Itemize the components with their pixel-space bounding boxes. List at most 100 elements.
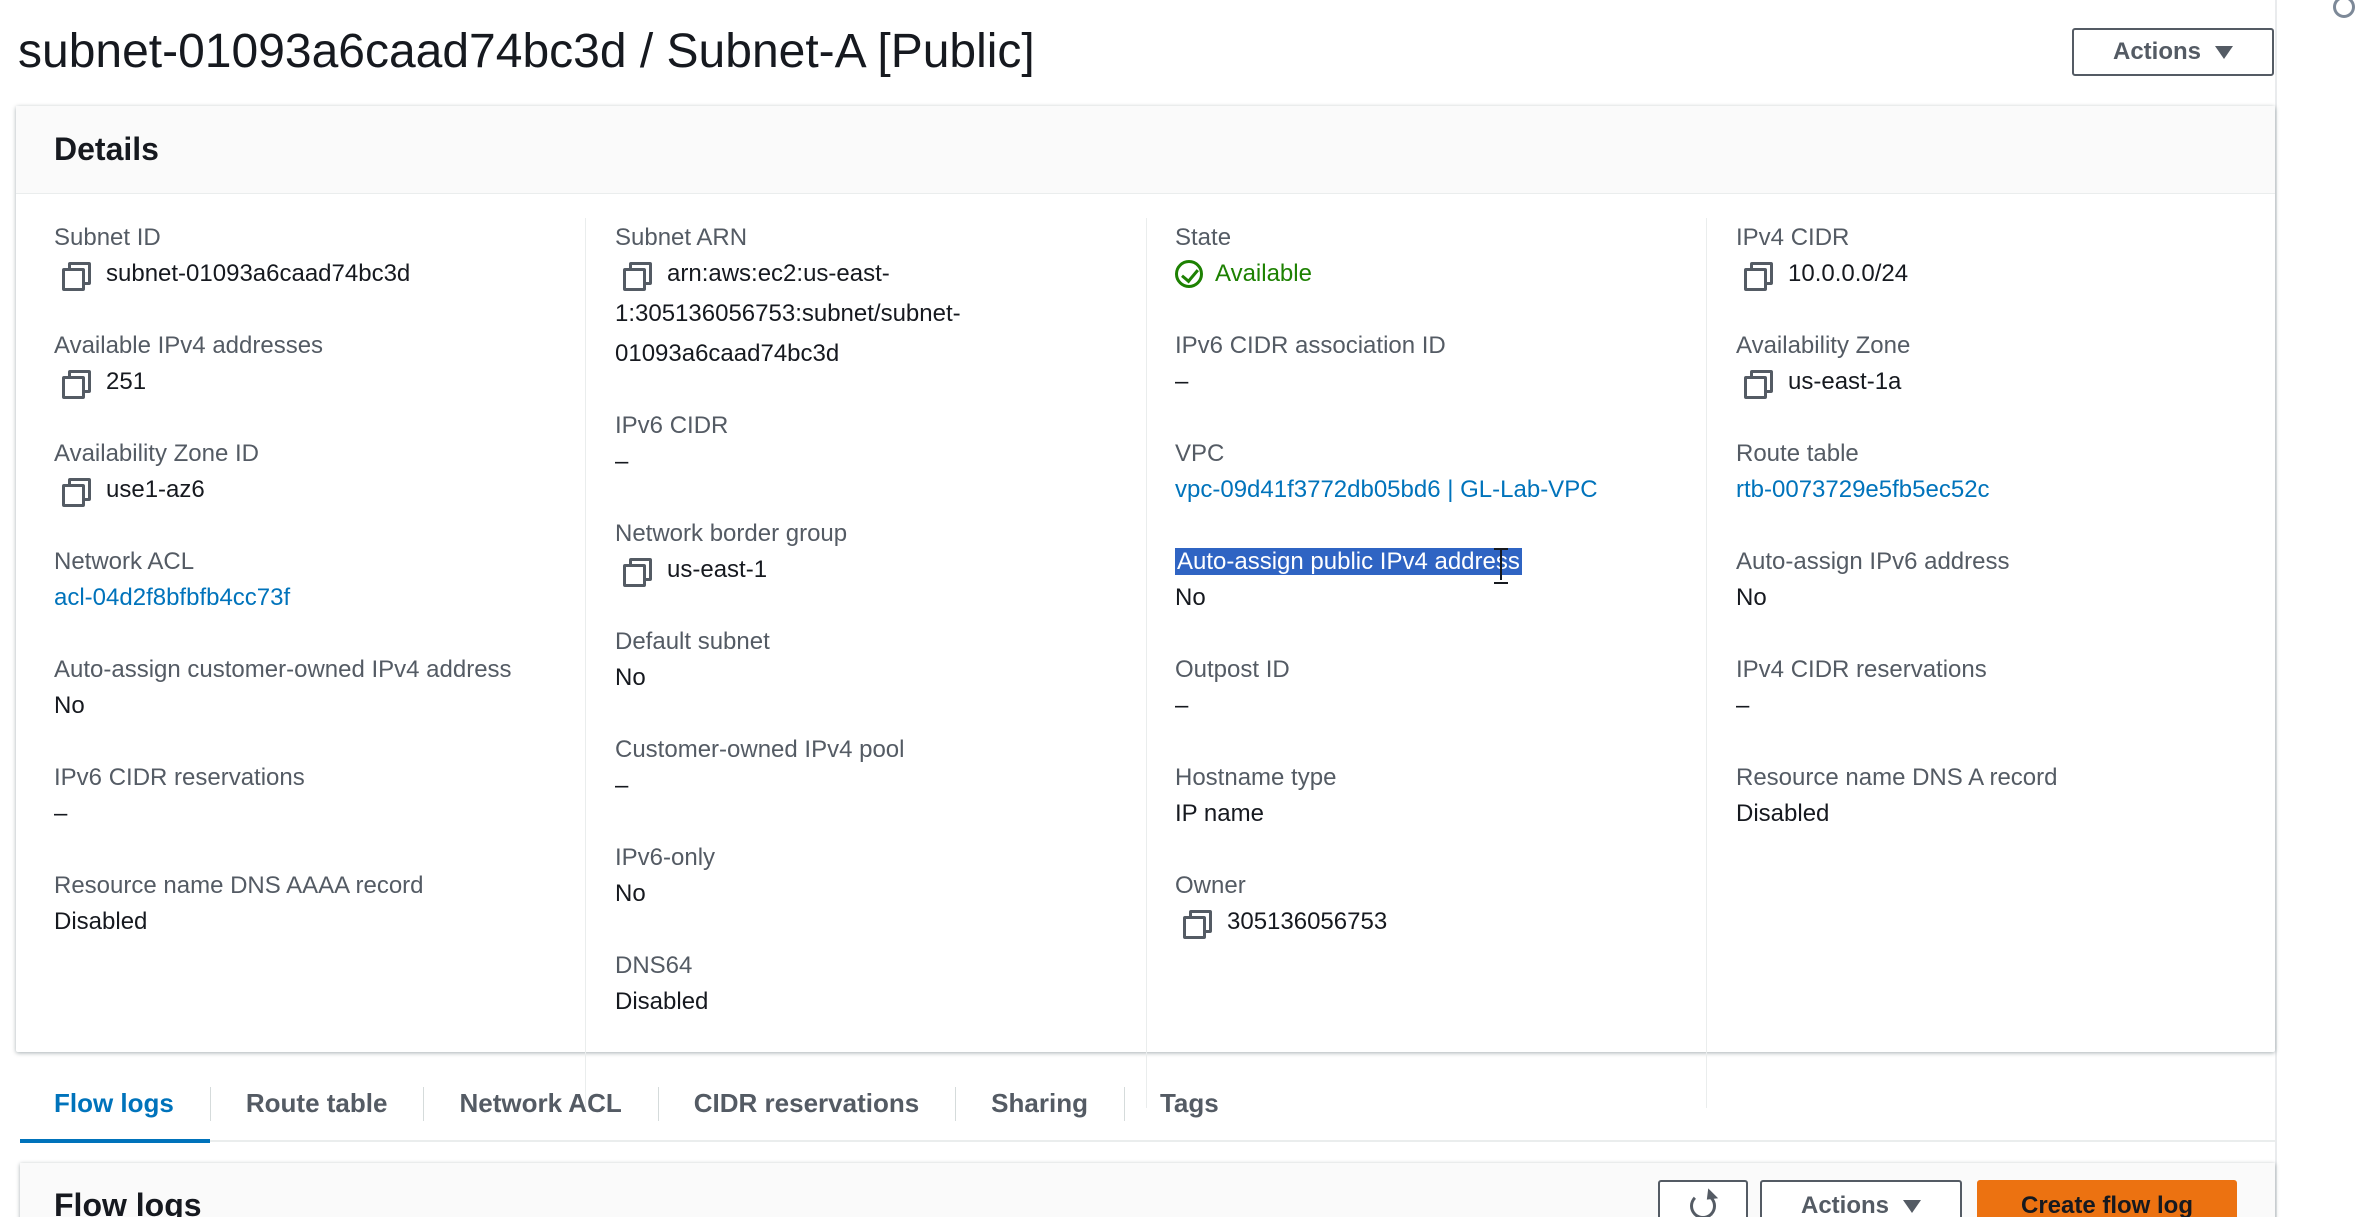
copy-icon[interactable] (60, 368, 91, 399)
refresh-icon (1690, 1193, 1716, 1217)
copy-icon[interactable] (621, 556, 652, 587)
dns-a-label: Resource name DNS A record (1736, 764, 2058, 791)
border-group-field: Network border group us-east-1 (615, 518, 847, 590)
column-divider (1706, 218, 1707, 1108)
border-group-text: us-east-1 (667, 556, 768, 583)
details-column-3: State Available IPv6 CIDR association ID… (1175, 222, 1715, 1022)
ipv4-cidr-value: 10.0.0.0/24 (1736, 254, 1908, 294)
details-column-2: Subnet ARN arn:aws:ec2:us-east- 1:305136… (615, 222, 1155, 1022)
tab-network-acl[interactable]: Network ACL (423, 1065, 657, 1141)
ipv6-only-field: IPv6-only No (615, 842, 715, 914)
dns64-label: DNS64 (615, 952, 693, 979)
actions-button[interactable]: Actions (2072, 28, 2274, 76)
customer-owned-ipv4-value: No (54, 692, 85, 719)
help-icon[interactable] (2333, 0, 2355, 18)
copy-icon[interactable] (1742, 368, 1773, 399)
az-id-label: Availability Zone ID (54, 440, 259, 467)
flow-logs-actions-button[interactable]: Actions (1760, 1180, 1962, 1217)
subnet-arn-line-1: arn:aws:ec2:us-east- (615, 254, 961, 294)
outpost-field: Outpost ID – (1175, 654, 1290, 726)
copy-icon[interactable] (60, 476, 91, 507)
flow-logs-actions-label: Actions (1800, 1192, 1889, 1217)
ipv6-association-value: – (1175, 368, 1189, 395)
subnet-id-label: Subnet ID (54, 224, 161, 251)
dns-a-field: Resource name DNS A record Disabled (1736, 762, 2057, 834)
az-id-field: Availability Zone ID use1-az6 (54, 438, 259, 510)
owner-field: Owner 305136056753 (1175, 870, 1387, 942)
ipv4-cidr-field: IPv4 CIDR 10.0.0.0/24 (1736, 222, 1908, 294)
availability-zone-field: Availability Zone us-east-1a (1736, 330, 1910, 402)
route-table-link[interactable]: rtb-0073729e5fb5ec52c (1736, 470, 1990, 510)
create-flow-log-button[interactable]: Create flow log (1977, 1180, 2237, 1217)
default-subnet-label: Default subnet (615, 628, 770, 655)
column-divider (585, 218, 586, 1108)
owner-value: 305136056753 (1175, 902, 1387, 942)
network-acl-field: Network ACL acl-04d2f8bfbfb4cc73f (54, 546, 290, 618)
az-id-value: use1-az6 (54, 470, 259, 510)
available-ipv4-value: 251 (54, 362, 323, 402)
ipv6-reservations-field: IPv6 CIDR reservations – (54, 762, 305, 834)
tab-route-table[interactable]: Route table (209, 1065, 424, 1141)
subnet-arn-line-3: 01093a6caad74bc3d (615, 340, 840, 367)
customer-pool-label: Customer-owned IPv4 pool (615, 736, 905, 763)
network-acl-label: Network ACL (54, 548, 195, 575)
page-title: subnet-01093a6caad74bc3d / Subnet-A [Pub… (18, 25, 1035, 78)
availability-zone-label: Availability Zone (1736, 332, 1911, 359)
network-acl-link[interactable]: acl-04d2f8bfbfb4cc73f (54, 578, 290, 618)
auto-assign-ipv6-label: Auto-assign IPv6 address (1736, 548, 2010, 575)
vpc-label: VPC (1175, 440, 1225, 467)
copy-icon[interactable] (1742, 260, 1773, 291)
subnet-arn-field: Subnet ARN arn:aws:ec2:us-east- 1:305136… (615, 222, 961, 374)
hostname-type-label: Hostname type (1175, 764, 1337, 791)
dns-a-value: Disabled (1736, 800, 1830, 827)
flow-logs-header: Flow logs Actions Create flow log (20, 1163, 2275, 1217)
auto-assign-ipv6-value: No (1736, 584, 1767, 611)
column-divider (1146, 218, 1147, 1108)
state-label: State (1175, 224, 1232, 251)
copy-icon[interactable] (621, 260, 652, 291)
copy-icon[interactable] (1181, 908, 1212, 939)
hostname-type-value: IP name (1175, 800, 1264, 827)
auto-assign-ipv4-label: Auto-assign public IPv4 address (1175, 546, 1522, 578)
route-table-field: Route table rtb-0073729e5fb5ec52c (1736, 438, 1990, 510)
customer-pool-value: – (615, 772, 629, 799)
outpost-label: Outpost ID (1175, 656, 1290, 683)
tab-sharing[interactable]: Sharing (955, 1065, 1124, 1141)
az-id-text: use1-az6 (106, 476, 205, 503)
state-field: State Available (1175, 222, 1312, 294)
tab-cidr-reservations[interactable]: CIDR reservations (657, 1065, 955, 1141)
ipv4-cidr-text: 10.0.0.0/24 (1788, 260, 1909, 287)
route-table-label: Route table (1736, 440, 1859, 467)
refresh-button[interactable] (1658, 1180, 1748, 1217)
auto-assign-ipv6-field: Auto-assign IPv6 address No (1736, 546, 2009, 618)
check-circle-icon (1175, 260, 1203, 288)
dns-aaaa-value: Disabled (54, 908, 148, 935)
vpc-field: VPC vpc-09d41f3772db05bd6 | GL-Lab-VPC (1175, 438, 1598, 510)
details-panel: Details Subnet ID subnet-01093a6caad74bc… (16, 106, 2275, 1108)
ipv4-cidr-label: IPv4 CIDR (1736, 224, 1850, 251)
state-text: Available (1215, 260, 1312, 287)
details-title: Details (54, 131, 159, 167)
auto-assign-ipv4-value: No (1175, 584, 1206, 611)
subnet-tabs: Flow logs Route table Network ACL CIDR r… (20, 1065, 2275, 1143)
flow-logs-title: Flow logs (54, 1187, 202, 1217)
right-gutter (2275, 0, 2359, 1217)
border-group-label: Network border group (615, 520, 848, 547)
ipv4-reservations-field: IPv4 CIDR reservations – (1736, 654, 1987, 726)
details-column-4: IPv4 CIDR 10.0.0.0/24 Availability Zone … (1736, 222, 2256, 1022)
copy-icon[interactable] (60, 260, 91, 291)
auto-assign-ipv4-field: Auto-assign public IPv4 address No (1175, 546, 1522, 618)
details-header: Details (16, 106, 2275, 194)
tab-flow-logs[interactable]: Flow logs (20, 1065, 210, 1143)
ipv4-reservations-value: – (1736, 692, 1750, 719)
default-subnet-value: No (615, 664, 646, 691)
selected-text-highlight: Auto-assign public IPv4 address (1175, 548, 1522, 575)
ipv6-cidr-value: – (615, 448, 629, 475)
hostname-type-field: Hostname type IP name (1175, 762, 1336, 834)
tab-tags[interactable]: Tags (1123, 1065, 1255, 1141)
vpc-link[interactable]: vpc-09d41f3772db05bd6 | GL-Lab-VPC (1175, 470, 1598, 510)
border-group-value: us-east-1 (615, 550, 847, 590)
ipv6-association-field: IPv6 CIDR association ID – (1175, 330, 1446, 402)
outpost-value: – (1175, 692, 1189, 719)
ipv4-reservations-label: IPv4 CIDR reservations (1736, 656, 1987, 683)
